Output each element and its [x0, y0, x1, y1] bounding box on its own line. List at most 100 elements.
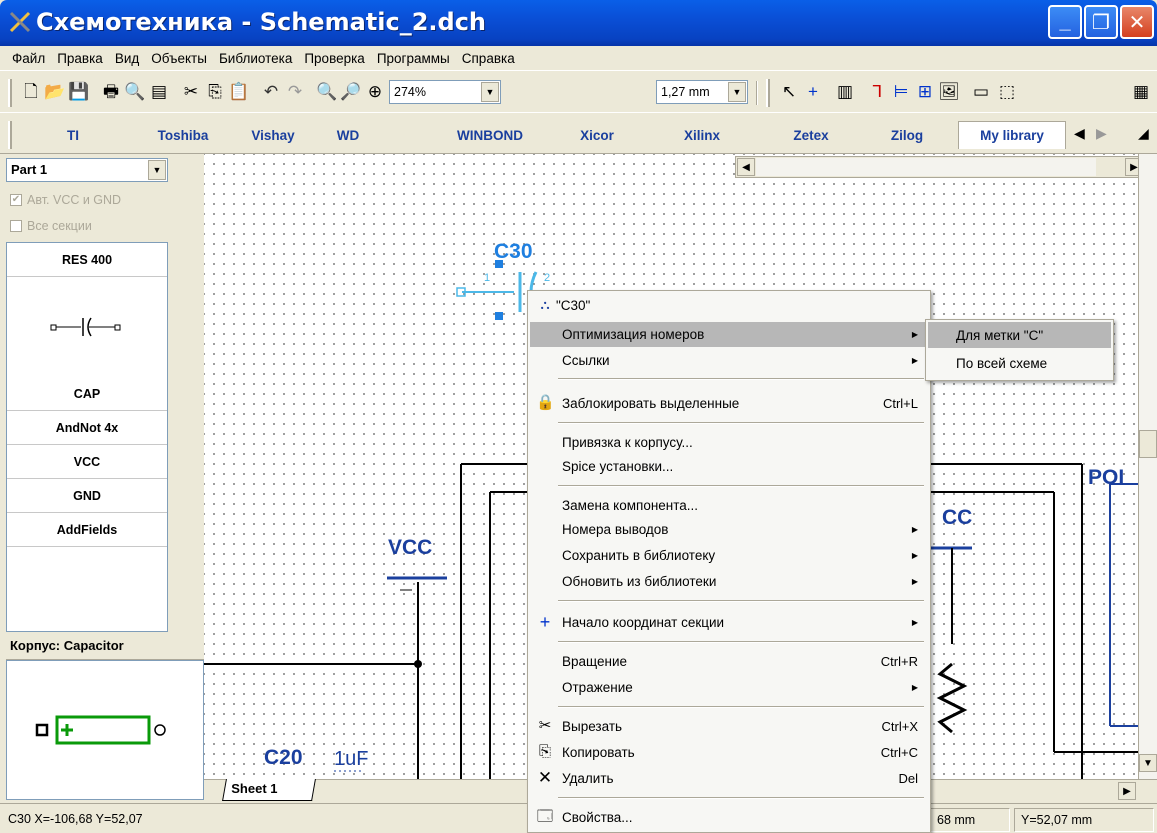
minimize-button[interactable]: _	[1048, 5, 1082, 39]
menu-edit[interactable]: Правка	[51, 51, 109, 66]
page-icon[interactable]: ▤	[148, 81, 170, 103]
auto-vcc-gnd-checkbox[interactable]: ✔ Авт. VCC и GND	[10, 190, 121, 210]
menu-objects[interactable]: Объекты	[145, 51, 213, 66]
maximize-button[interactable]: ❐	[1084, 5, 1118, 39]
zoom-in-icon[interactable]: 🔍	[316, 81, 338, 103]
menu-programs[interactable]: Программы	[371, 51, 456, 66]
tab-scroll-left-icon[interactable]: ◀	[1074, 125, 1085, 142]
table-icon[interactable]: ▦	[1130, 81, 1152, 103]
ctx-mirror[interactable]: Отражение ▶	[530, 675, 928, 700]
new-file-icon[interactable]: 🗋	[20, 81, 42, 103]
library-tab-vishay[interactable]: Vishay	[235, 121, 311, 149]
capacitor-preview[interactable]	[7, 277, 167, 377]
list-item[interactable]: VCC	[7, 445, 167, 479]
close-button[interactable]: ✕	[1120, 5, 1154, 39]
component-icon[interactable]: ▥	[834, 81, 856, 103]
all-sections-checkbox[interactable]: Все секции	[10, 216, 92, 236]
ctx-label: Отражение	[562, 680, 633, 695]
print-preview-icon[interactable]: 🔍	[124, 81, 146, 103]
menu-view[interactable]: Вид	[109, 51, 145, 66]
list-item[interactable]: CAP	[7, 377, 167, 411]
library-tab-wd[interactable]: WD	[318, 121, 378, 149]
ctx-component-header[interactable]: ⛬ "C30"	[530, 293, 928, 318]
scroll-track[interactable]	[756, 158, 1096, 176]
vertical-scroll-thumb[interactable]	[1139, 430, 1157, 458]
vertical-scrollbar[interactable]: ▼	[1138, 154, 1157, 779]
scroll-down-icon[interactable]: ▼	[1139, 754, 1157, 772]
save-icon[interactable]: 💾	[68, 81, 90, 103]
library-tab-xicor[interactable]: Xicor	[562, 121, 632, 149]
chip-icon[interactable]: ⬚	[996, 81, 1018, 103]
menu-help[interactable]: Справка	[456, 51, 521, 66]
library-tab-toshiba[interactable]: Toshiba	[141, 121, 225, 149]
list-item[interactable]: RES 400	[7, 243, 167, 277]
checkbox-checked-icon: ✔	[10, 194, 22, 206]
menu-separator	[558, 378, 924, 380]
ctx-rotate[interactable]: Вращение Ctrl+R	[530, 649, 928, 674]
pointer-icon[interactable]: ↖	[778, 81, 800, 103]
horizontal-scrollbar[interactable]: ◀ ▶	[735, 156, 1146, 178]
net-icon[interactable]: ⊞	[914, 81, 936, 103]
tab-menu-icon[interactable]: ◢	[1138, 125, 1149, 142]
library-tab-my-library[interactable]: My library	[958, 121, 1066, 149]
open-folder-icon[interactable]: 📂	[44, 81, 66, 103]
paste-icon[interactable]: 📋	[228, 81, 250, 103]
library-tab-ti[interactable]: TI	[34, 121, 112, 149]
library-tab-winbond[interactable]: WINBOND	[440, 121, 540, 149]
undo-icon[interactable]: ↶	[260, 81, 282, 103]
ctx-cut[interactable]: ✂ Вырезать Ctrl+X	[530, 714, 928, 739]
tab-sheet-1[interactable]: Sheet 1	[222, 779, 316, 801]
submenu-whole-schematic[interactable]: По всей схеме	[928, 350, 1111, 376]
zoom-combo[interactable]: 274% ▼	[389, 80, 501, 104]
ctx-shortcut: Ctrl+X	[881, 719, 918, 734]
library-tab-zetex[interactable]: Zetex	[776, 121, 846, 149]
ctx-save-to-library[interactable]: Сохранить в библиотеку ▶	[530, 543, 928, 568]
copy-icon[interactable]: ⎘	[204, 81, 226, 103]
submenu-for-label-c[interactable]: Для метки "C"	[928, 322, 1111, 348]
ctx-replace-component[interactable]: Замена компонента...	[530, 493, 928, 518]
grid-combo[interactable]: 1,27 mm ▼	[656, 80, 748, 104]
list-item[interactable]: GND	[7, 479, 167, 513]
toolbar-grip[interactable]	[8, 121, 12, 149]
ctx-bind-package[interactable]: Привязка к корпусу...	[530, 430, 928, 455]
toolbar-grip[interactable]	[766, 79, 770, 107]
scroll-left-icon[interactable]: ◀	[737, 158, 755, 176]
toolbar-grip[interactable]	[8, 79, 12, 107]
ctx-optimize-numbers[interactable]: Оптимизация номеров ▶	[530, 322, 928, 347]
menu-file[interactable]: Файл	[6, 51, 51, 66]
zoom-fit-icon[interactable]: ⊕	[364, 81, 386, 103]
crosshair-icon[interactable]: +	[802, 81, 824, 103]
chevron-down-icon: ▼	[728, 82, 746, 102]
list-item[interactable]: AndNot 4x	[7, 411, 167, 445]
print-icon[interactable]: 🖶	[100, 81, 122, 103]
title-bar[interactable]: Схемотехника - Schematic_2.dch _ ❐ ✕	[0, 0, 1157, 46]
ctx-links[interactable]: Ссылки ▶	[530, 348, 928, 373]
ctx-pin-numbers[interactable]: Номера выводов ▶	[530, 517, 928, 542]
list-item[interactable]: AddFields	[7, 513, 167, 547]
ctx-spice-settings[interactable]: Spice установки...	[530, 454, 928, 479]
redo-icon[interactable]: ↷	[284, 81, 306, 103]
menu-check[interactable]: Проверка	[298, 51, 370, 66]
tab-scroll-right-icon[interactable]: ▶	[1096, 125, 1107, 142]
ctx-delete[interactable]: ✕ Удалить Del	[530, 766, 928, 791]
bus-icon[interactable]: ⊨	[890, 81, 912, 103]
copy-icon: ⎘	[538, 743, 551, 760]
ic-icon[interactable]: ▭	[970, 81, 992, 103]
library-tab-xilinx[interactable]: Xilinx	[660, 121, 744, 149]
ctx-section-origin[interactable]: + Начало координат секции ▶	[530, 610, 928, 635]
image-icon[interactable]: 🖼	[938, 81, 960, 103]
part-select[interactable]: Part 1 ▼	[6, 158, 168, 182]
sheet-scroll-right-icon[interactable]: ▶	[1118, 782, 1136, 800]
zoom-out-icon[interactable]: 🔎	[340, 81, 362, 103]
ctx-copy[interactable]: ⎘ Копировать Ctrl+C	[530, 740, 928, 765]
optimize-numbers-submenu: Для метки "C" По всей схеме	[925, 319, 1114, 381]
ctx-update-from-library[interactable]: Обновить из библиотеки ▶	[530, 569, 928, 594]
cut-icon[interactable]: ✂	[180, 81, 202, 103]
menu-library[interactable]: Библиотека	[213, 51, 298, 66]
ctx-lock-selected[interactable]: 🔒 Заблокировать выделенные Ctrl+L	[530, 391, 928, 416]
selected-ref-label[interactable]: C30	[494, 240, 533, 264]
library-tab-zilog[interactable]: Zilog	[874, 121, 940, 149]
ctx-properties[interactable]: 🗔 Свойства...	[530, 805, 928, 830]
wire-icon[interactable]: ᒣ	[866, 81, 888, 103]
component-list[interactable]: RES 400 CAP AndNot 4x VCC GND AddFields	[6, 242, 168, 632]
